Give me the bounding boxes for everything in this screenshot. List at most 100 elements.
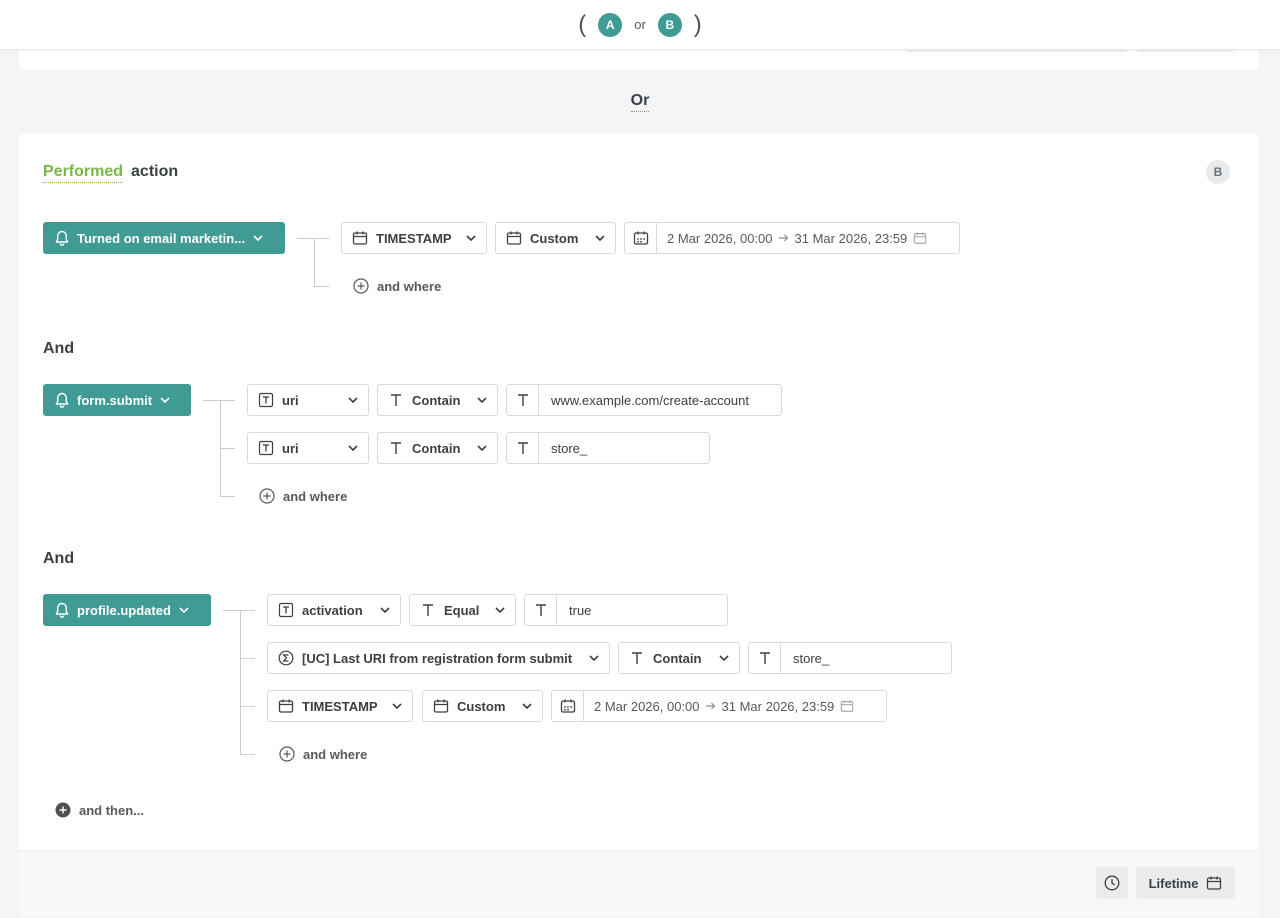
calendar-icon [914,232,927,244]
connector-line [240,706,255,707]
card-heading: Performed action [43,163,179,183]
chevron-down-icon [179,607,189,613]
connector-line [240,754,255,755]
text-type-icon [423,604,433,616]
property-selector[interactable]: TIMESTAMP [267,690,413,722]
connector-line [314,238,315,286]
operator-selector[interactable]: Custom [422,690,543,722]
event-selector-email-marketing[interactable]: Turned on email marketin... [43,222,285,254]
chevron-down-icon [477,397,487,403]
plus-circle-icon [353,278,369,294]
text-type-icon [391,442,401,454]
value-input[interactable]: store_ [748,642,952,674]
add-where-button[interactable]: and where [353,278,441,294]
calendar-icon [1207,876,1222,890]
text-type-icon [391,394,401,406]
group-badge: B [1206,160,1230,184]
chevron-down-icon [595,235,605,241]
property-selector[interactable]: activation [267,594,401,626]
and-connector: And [43,550,75,567]
text-box-icon [258,440,274,456]
connector-line [314,286,329,287]
calendar-icon [278,699,294,713]
plus-circle-icon [279,746,295,762]
date-range-picker[interactable]: 2 Mar 2026, 00:00 31 Mar 2026, 23:59 [551,690,887,722]
property-selector[interactable]: uri [247,432,369,464]
connector-line [297,238,329,239]
group-a-badge[interactable]: A [598,12,623,37]
calendar-icon [433,699,449,713]
chevron-down-icon [522,703,532,709]
chevron-down-icon [380,607,390,613]
text-box-icon [278,602,294,618]
text-type-icon [749,643,781,673]
calendar-grid-icon [552,691,584,721]
calendar-grid-icon [625,223,657,253]
calendar-icon [841,700,854,712]
chevron-down-icon [495,607,505,613]
text-box-icon [258,392,274,408]
performed-toggle[interactable]: Performed [43,163,124,183]
connector-line [240,610,241,754]
and-connector: And [43,340,75,357]
action-label: action [131,163,179,180]
plus-circle-icon [259,488,275,504]
paren-open: ( [578,10,587,38]
text-type-icon [507,385,539,415]
or-separator[interactable]: Or [0,92,1280,112]
date-range-picker[interactable]: 2 Mar 2026, 00:00 31 Mar 2026, 23:59 [624,222,960,254]
chevron-down-icon [477,445,487,451]
property-selector[interactable]: [UC] Last URI from registration form sub… [267,642,610,674]
value-input[interactable]: store_ [506,432,710,464]
group-b-badge[interactable]: B [657,12,682,37]
value-input[interactable]: www.example.com/create-account [506,384,782,416]
text-type-icon [525,595,557,625]
date-from[interactable]: 2 Mar 2026, 00:00 [667,231,773,246]
calendar-icon [506,231,522,245]
add-where-button[interactable]: and where [259,488,347,504]
add-where-button[interactable]: and where [279,746,367,762]
chevron-down-icon [466,235,476,241]
calendar-icon [352,231,368,245]
connector-line [223,610,255,611]
chevron-down-icon [348,445,358,451]
text-type-icon [632,652,642,664]
value-input[interactable]: true [524,594,728,626]
property-selector[interactable]: uri [247,384,369,416]
text-type-icon [507,433,539,463]
event-label: Turned on email marketin... [77,230,246,246]
event-selector-form-submit[interactable]: form.submit [43,384,191,416]
or-label: or [634,17,646,32]
operator-selector[interactable]: Contain [377,432,498,464]
and-then-button[interactable]: and then... [55,802,144,818]
chevron-down-icon [160,397,170,403]
connector-line [203,400,235,401]
sigma-icon [278,650,294,666]
operator-selector[interactable]: Equal [409,594,516,626]
connector-line [220,496,235,497]
date-to[interactable]: 31 Mar 2026, 23:59 [722,699,835,714]
operator-selector[interactable]: Contain [618,642,740,674]
property-selector[interactable]: TIMESTAMP [341,222,487,254]
paren-close: ) [693,10,702,38]
lifetime-button[interactable]: Lifetime [1136,867,1235,899]
card-footer: Lifetime [19,850,1259,916]
group-b-card: Performed action B Turned on email market… [19,134,1259,850]
chevron-down-icon [253,235,263,241]
operator-selector[interactable]: Custom [495,222,616,254]
connector-line [220,448,235,449]
chevron-down-icon [348,397,358,403]
chevron-down-icon [719,655,729,661]
bell-icon [55,230,69,246]
date-to[interactable]: 31 Mar 2026, 23:59 [795,231,908,246]
event-label: profile.updated [77,602,171,618]
time-window-button[interactable] [1096,867,1128,899]
chevron-down-icon [392,703,402,709]
date-from[interactable]: 2 Mar 2026, 00:00 [594,699,700,714]
bell-icon [55,602,69,618]
arrow-right-icon [778,234,788,242]
operator-selector[interactable]: Contain [377,384,498,416]
bell-icon [55,392,69,408]
event-selector-profile-updated[interactable]: profile.updated [43,594,211,626]
event-label: form.submit [77,392,153,408]
